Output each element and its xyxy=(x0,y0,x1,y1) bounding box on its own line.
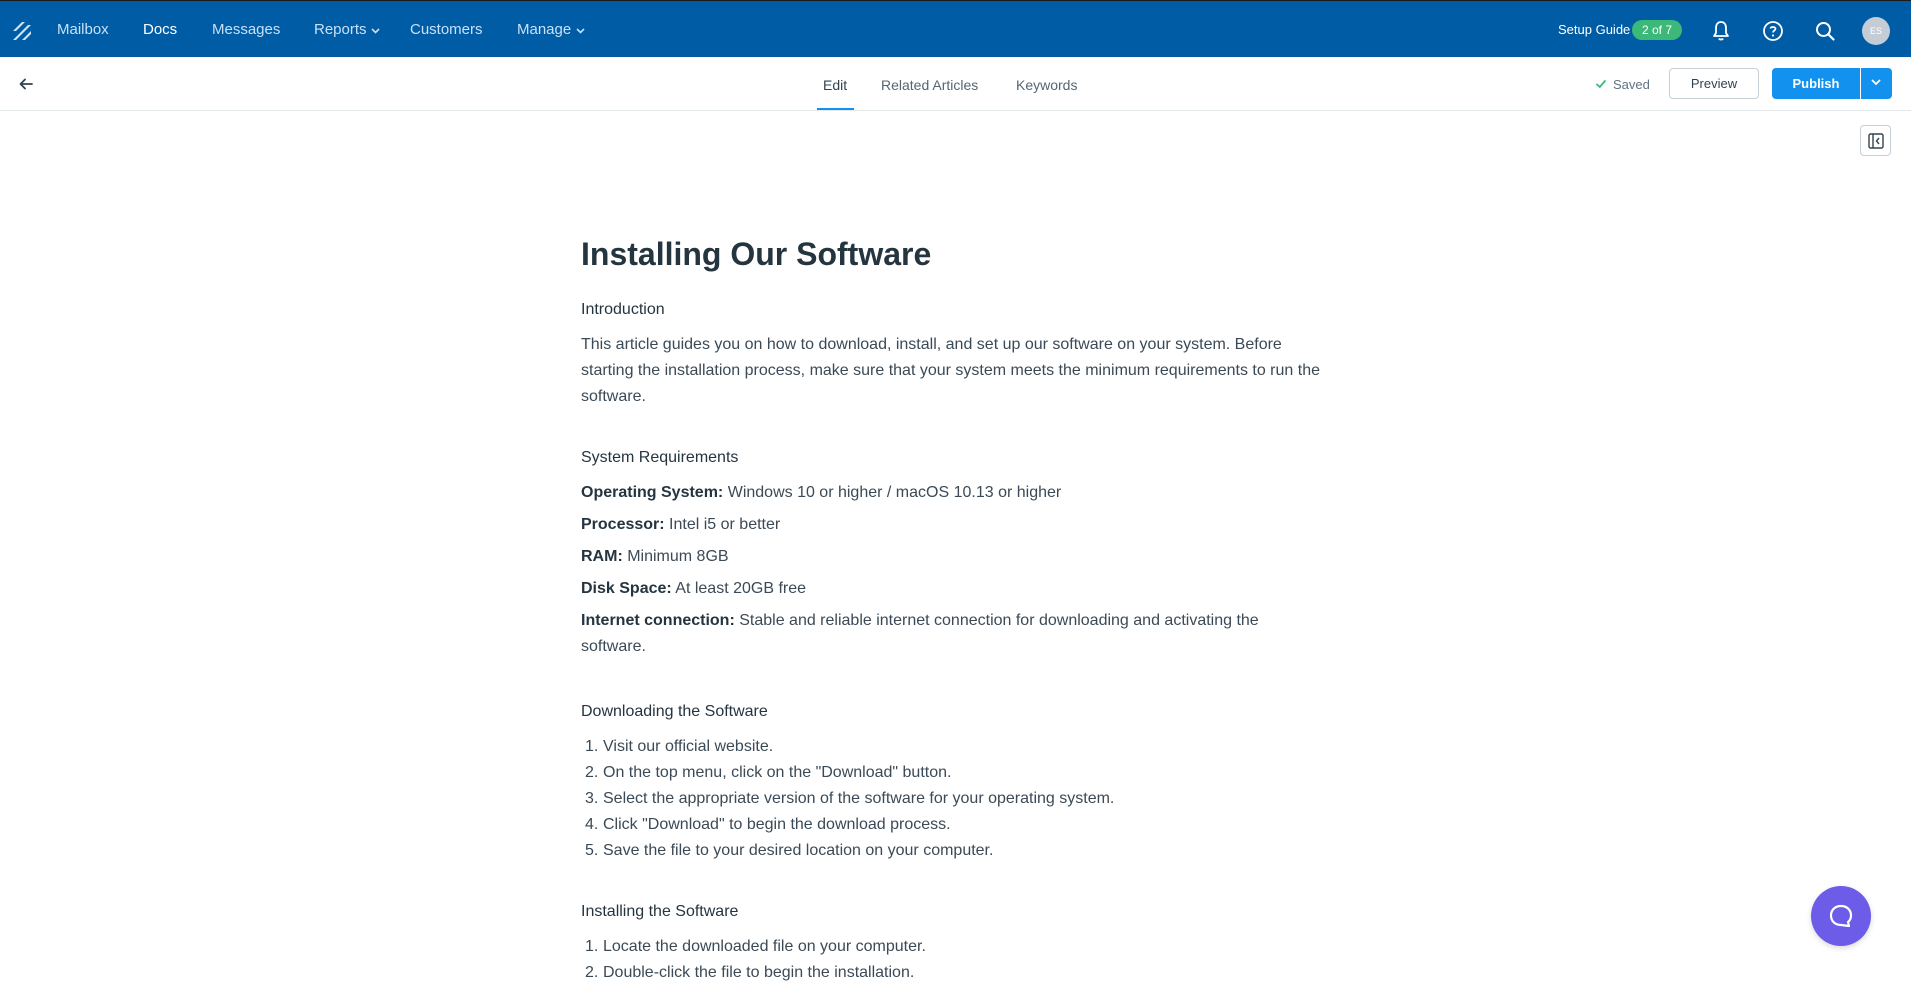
setup-progress-badge[interactable]: 2 of 7 xyxy=(1632,20,1683,40)
list-item: 3. Select the appropriate version of the … xyxy=(581,786,1321,812)
requirement-value: Windows 10 or higher / macOS 10.13 or hi… xyxy=(723,484,1062,501)
requirement-label: RAM: xyxy=(581,548,623,565)
publish-button[interactable]: Publish xyxy=(1772,68,1860,99)
step-number: 4. xyxy=(585,816,599,833)
chevron-down-icon xyxy=(371,28,380,34)
bell-icon[interactable] xyxy=(1709,19,1733,43)
step-text: Save the file to your desired location o… xyxy=(603,842,994,859)
top-navigation-bar: Mailbox Docs Messages Reports Customers … xyxy=(0,0,1911,57)
chevron-down-icon xyxy=(1871,79,1881,86)
list-item: 2. On the top menu, click on the "Downloa… xyxy=(581,760,1321,786)
step-text: Select the appropriate version of the so… xyxy=(603,790,1115,807)
tab-keywords[interactable]: Keywords xyxy=(1016,76,1077,94)
requirement-label: Operating System: xyxy=(581,484,724,501)
step-text: Click "Download" to begin the download p… xyxy=(603,816,951,833)
step-text: Visit our official website. xyxy=(603,738,774,755)
requirement-value: Intel i5 or better xyxy=(664,516,781,533)
step-text: On the top menu, click on the "Download"… xyxy=(603,764,952,781)
install-steps-list: 1. Locate the downloaded file on your com… xyxy=(581,934,1321,986)
publish-options-button[interactable] xyxy=(1861,68,1892,99)
check-icon xyxy=(1596,80,1606,89)
arrow-left-icon[interactable] xyxy=(17,75,35,93)
list-item: 1. Locate the downloaded file on your com… xyxy=(581,934,1321,960)
nav-manage-label: Manage xyxy=(517,21,572,38)
article-editor[interactable]: Installing Our Software Introduction Thi… xyxy=(581,232,1321,986)
step-number: 5. xyxy=(585,842,599,859)
search-icon[interactable] xyxy=(1813,19,1837,43)
requirement-value: Minimum 8GB xyxy=(622,548,729,565)
step-number: 2. xyxy=(585,964,599,981)
nav-messages[interactable]: Messages xyxy=(212,21,280,39)
editor-toolbar: Edit Related Articles Keywords Saved Pre… xyxy=(0,57,1911,111)
requirement-item: Internet connection: Stable and reliable… xyxy=(581,608,1321,660)
chevron-down-icon xyxy=(576,28,585,34)
step-text: Double-click the file to begin the insta… xyxy=(603,964,915,981)
list-item: 5. Save the file to your desired location… xyxy=(581,838,1321,864)
nav-manage[interactable]: Manage xyxy=(517,21,585,39)
step-number: 3. xyxy=(585,790,599,807)
tab-edit[interactable]: Edit xyxy=(823,76,847,94)
requirement-label: Internet connection: xyxy=(581,612,735,629)
collapse-sidebar-icon xyxy=(1868,133,1884,149)
section-heading-installing: Installing the Software xyxy=(581,903,739,920)
step-number: 1. xyxy=(585,738,599,755)
requirement-label: Disk Space: xyxy=(581,580,672,597)
list-item: 4. Click "Download" to begin the download… xyxy=(581,812,1321,838)
section-heading-introduction: Introduction xyxy=(581,301,665,318)
help-beacon-button[interactable] xyxy=(1811,886,1871,946)
step-text: Locate the downloaded file on your compu… xyxy=(603,938,926,955)
nav-mailbox[interactable]: Mailbox xyxy=(57,21,109,39)
preview-button[interactable]: Preview xyxy=(1669,68,1759,99)
nav-reports-label: Reports xyxy=(314,21,367,38)
list-item: 1. Visit our official website. xyxy=(581,734,1321,760)
setup-guide-link[interactable]: Setup Guide xyxy=(1558,21,1630,39)
help-icon[interactable] xyxy=(1761,19,1785,43)
sidebar-toggle-button[interactable] xyxy=(1860,125,1891,156)
section-heading-requirements: System Requirements xyxy=(581,449,739,466)
requirement-item: Processor: Intel i5 or better xyxy=(581,512,1321,538)
step-number: 2. xyxy=(585,764,599,781)
list-item: 2. Double-click the file to begin the ins… xyxy=(581,960,1321,986)
requirement-item: Disk Space: At least 20GB free xyxy=(581,576,1321,602)
intro-paragraph: This article guides you on how to downlo… xyxy=(581,336,1320,405)
tab-related-articles[interactable]: Related Articles xyxy=(881,76,978,94)
nav-reports[interactable]: Reports xyxy=(314,21,380,39)
requirement-item: Operating System: Windows 10 or higher /… xyxy=(581,480,1321,506)
chat-bubble-icon xyxy=(1829,904,1853,928)
user-avatar[interactable]: ES xyxy=(1862,17,1890,45)
save-status: Saved xyxy=(1613,77,1650,92)
download-steps-list: 1. Visit our official website. 2. On the t… xyxy=(581,734,1321,864)
active-tab-indicator xyxy=(817,108,854,110)
nav-customers[interactable]: Customers xyxy=(410,21,483,39)
article-title[interactable]: Installing Our Software xyxy=(581,232,1321,276)
helpscout-logo-icon[interactable] xyxy=(10,19,34,43)
requirement-item: RAM: Minimum 8GB xyxy=(581,544,1321,570)
step-number: 1. xyxy=(585,938,599,955)
section-heading-downloading: Downloading the Software xyxy=(581,703,768,720)
requirement-value: At least 20GB free xyxy=(671,580,807,597)
requirements-list: Operating System: Windows 10 or higher /… xyxy=(581,480,1321,660)
requirement-label: Processor: xyxy=(581,516,665,533)
nav-docs[interactable]: Docs xyxy=(143,21,177,39)
